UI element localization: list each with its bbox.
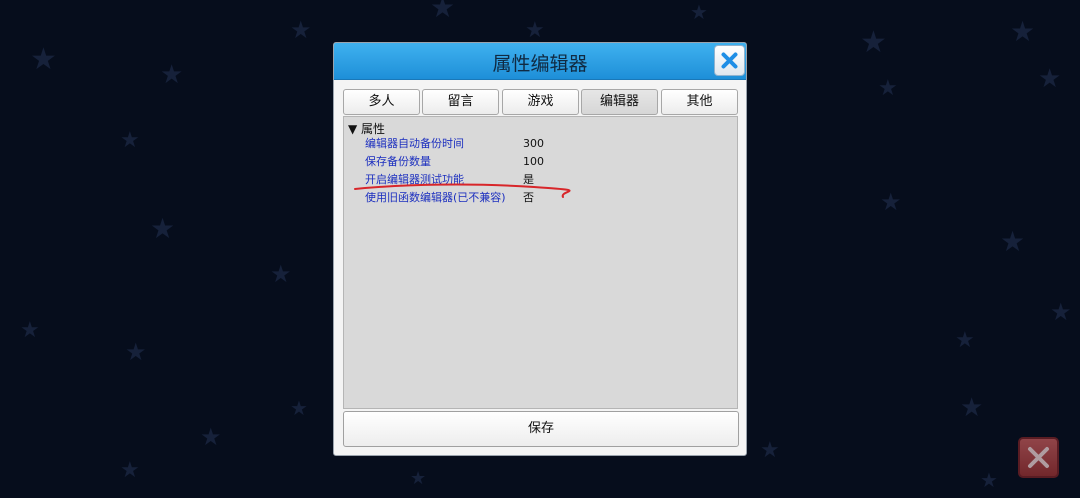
star-icon: ★ [878,76,898,101]
tab-editor[interactable]: 编辑器 [581,89,658,115]
star-icon: ★ [1050,298,1072,326]
close-x-icon [1028,447,1049,468]
star-icon: ★ [30,42,57,77]
property-name: 开启编辑器测试功能 [365,173,464,186]
property-value: 否 [523,191,534,204]
star-icon: ★ [760,438,780,463]
star-icon: ★ [1010,15,1036,48]
dialog-title: 属性编辑器 [492,53,588,75]
star-icon: ★ [150,212,176,245]
star-icon: ★ [860,25,887,60]
property-value: 100 [523,155,544,168]
property-row-legacy-function-editor[interactable]: 使用旧函数编辑器(已不兼容) 否 [365,189,725,207]
property-name: 使用旧函数编辑器(已不兼容) [365,191,506,204]
star-icon: ★ [430,0,456,24]
star-icon: ★ [980,468,998,492]
property-name: 保存备份数量 [365,155,431,168]
tab-bar: 多人 留言 游戏 编辑器 其他 [343,89,739,115]
star-icon: ★ [120,128,140,153]
tab-game[interactable]: 游戏 [502,89,579,115]
star-icon: ★ [270,260,292,288]
corner-close-button[interactable] [1018,437,1059,478]
dialog-titlebar: 属性编辑器 [334,43,746,80]
property-name: 编辑器自动备份时间 [365,137,464,150]
property-panel: ▼ 属性 编辑器自动备份时间 300 保存备份数量 100 开启编辑器测试功能 … [343,116,738,409]
star-icon: ★ [200,423,222,451]
star-icon: ★ [120,458,140,483]
star-icon: ★ [690,0,708,24]
dialog-close-button[interactable] [714,45,745,76]
tab-multiplayer[interactable]: 多人 [343,89,420,115]
property-value: 是 [523,173,534,186]
save-button[interactable]: 保存 [343,411,739,447]
star-icon: ★ [525,18,545,43]
star-icon: ★ [1038,64,1062,94]
tab-other[interactable]: 其他 [661,89,738,115]
property-row-test-features[interactable]: 开启编辑器测试功能 是 [365,171,725,189]
star-icon: ★ [960,393,984,423]
star-icon: ★ [955,328,975,353]
close-x-icon [721,52,738,69]
star-icon: ★ [290,16,312,44]
star-icon: ★ [160,60,184,90]
property-row-backup-count[interactable]: 保存备份数量 100 [365,153,725,171]
star-icon: ★ [410,468,427,489]
star-icon: ★ [1000,225,1026,258]
property-editor-dialog: 属性编辑器 多人 留言 游戏 编辑器 其他 ▼ 属性 编辑器自动备份时间 300… [333,42,747,456]
star-icon: ★ [20,318,40,343]
star-icon: ★ [880,188,902,216]
property-value: 300 [523,137,544,150]
star-icon: ★ [125,338,147,366]
property-row-autosave-interval[interactable]: 编辑器自动备份时间 300 [365,135,725,153]
tab-messages[interactable]: 留言 [422,89,499,115]
star-icon: ★ [290,396,308,420]
